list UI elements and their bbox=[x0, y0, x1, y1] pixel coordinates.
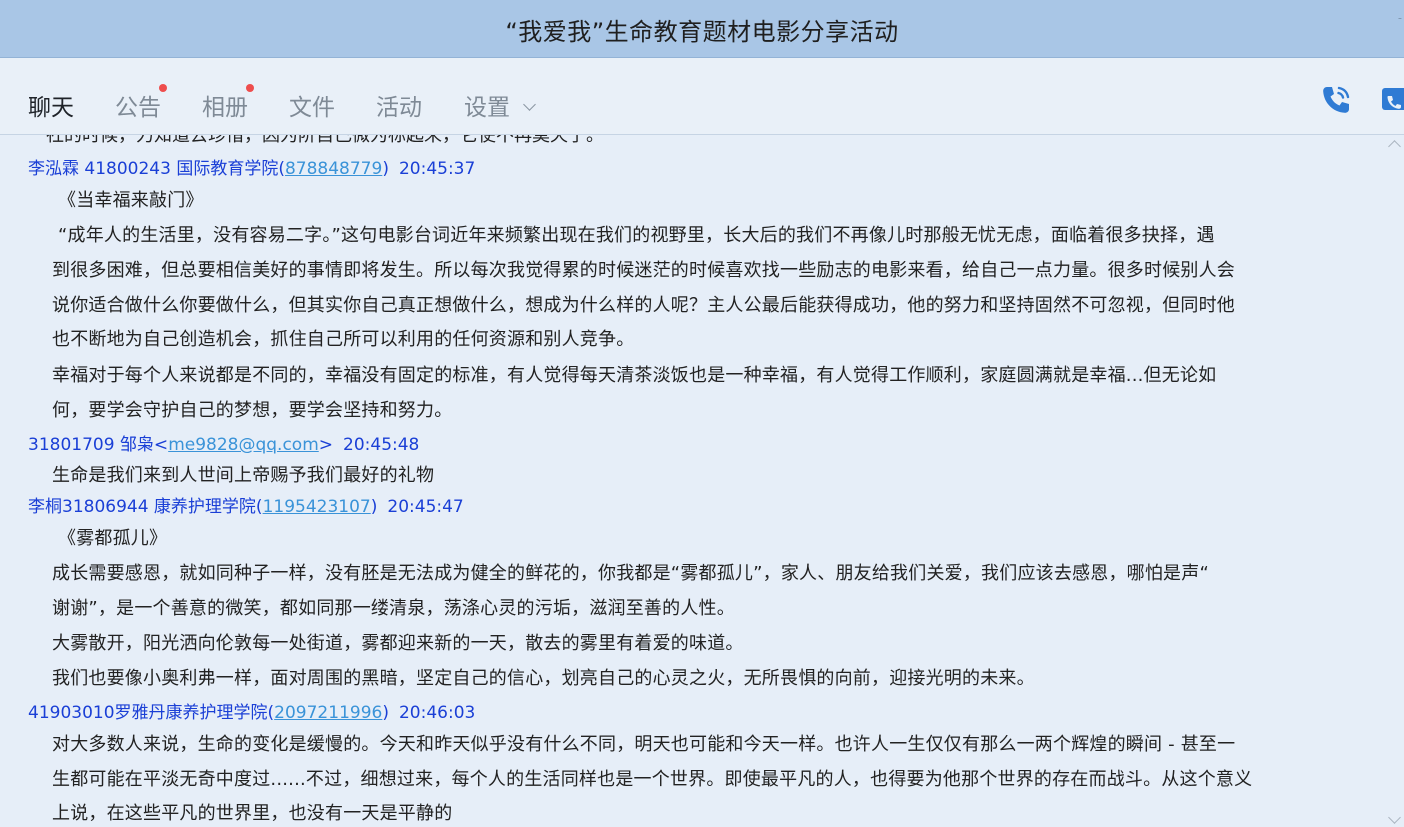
message-line: 何，要学会守护自己的梦想，要学会坚持和努力。 bbox=[52, 400, 453, 421]
tab-settings-label: 设置 bbox=[464, 95, 510, 121]
sender-name: 41903010罗雅丹康养护理学院( bbox=[28, 703, 275, 723]
sender-close: ) bbox=[382, 159, 389, 179]
message-line: 对大多数人来说，生命的变化是缓慢的。今天和昨天似乎没有什么不同，明天也可能和今天… bbox=[52, 734, 1236, 755]
message-time: 20:45:48 bbox=[343, 435, 420, 455]
window-title: “我爱我”生命教育题材电影分享活动 bbox=[505, 18, 899, 46]
scroll-down-icon[interactable] bbox=[1388, 811, 1401, 824]
tab-bar: 聊天 公告 相册 文件 活动 设置 bbox=[0, 58, 1404, 135]
phone-call-icon[interactable] bbox=[1318, 82, 1354, 118]
tab-settings[interactable]: 设置 bbox=[464, 88, 537, 122]
sender-contact-link[interactable]: me9828@qq.com bbox=[168, 435, 319, 455]
message-line: 到很多困难，但总要相信美好的事情即将发生。所以每次我觉得累的时候迷茫的时候喜欢找… bbox=[52, 260, 1235, 281]
unread-badge-dot bbox=[159, 84, 167, 92]
tab-activity-label: 活动 bbox=[376, 95, 422, 121]
message-line: 大雾散开，阳光洒向伦敦每一处街道，雾都迎来新的一天，散去的雾里有着爱的味道。 bbox=[52, 633, 744, 654]
tab-announcement[interactable]: 公告 bbox=[115, 84, 167, 122]
scroll-up-icon[interactable] bbox=[1388, 139, 1401, 153]
sender-contact-link[interactable]: 1195423107 bbox=[263, 497, 371, 517]
message-time: 20:45:47 bbox=[387, 497, 464, 517]
screen-share-icon[interactable] bbox=[1380, 84, 1404, 116]
message-line: 《当幸福来敲门》 bbox=[58, 190, 204, 211]
message-line: 说你适合做什么你要做什么，但其实你自己真正想做什么，想成为什么样的人呢？主人公最… bbox=[52, 295, 1235, 316]
sender-name: 31801709 邹枭< bbox=[28, 435, 169, 455]
sender-close: > bbox=[318, 435, 334, 455]
message-line: 我们也要像小奥利弗一样，面对周围的黑暗，坚定自己的信心，划亮自己的心灵之火，无所… bbox=[52, 668, 1035, 689]
message-line: 生命是我们来到人世间上帝赐予我们最好的礼物 bbox=[52, 465, 435, 486]
sender-close: ) bbox=[370, 497, 378, 517]
message-sender: 李桐31806944 康养护理学院(1195423107) 20:45:47 bbox=[28, 492, 464, 517]
window-corner-mark[interactable]: ᐨ bbox=[1398, 14, 1402, 27]
sender-contact-link[interactable]: 2097211996 bbox=[274, 703, 382, 723]
sender-name: 李桐31806944 康养护理学院( bbox=[28, 497, 263, 517]
message-time: 20:46:03 bbox=[398, 703, 476, 723]
unread-badge-dot bbox=[246, 84, 254, 92]
sender-name: 李泓霖 41800243 国际教育学院( bbox=[28, 159, 285, 179]
vertical-scrollbar[interactable] bbox=[1386, 135, 1404, 827]
message-sender: 31801709 邹枭<me9828@qq.com> 20:45:48 bbox=[28, 430, 419, 455]
tab-album[interactable]: 相册 bbox=[202, 84, 254, 122]
cut-off-message-line: 一社的时候，力知道去珍惜，因为阶自己微为标起来，它使不再莫天了。 bbox=[28, 135, 604, 146]
tab-files-label: 文件 bbox=[289, 95, 335, 121]
message-sender: 41903010罗雅丹康养护理学院(2097211996) 20:46:03 bbox=[28, 698, 475, 723]
message-line: 谢谢”，是一个善意的微笑，都如同那一缕清泉，荡涤心灵的污垢，滋润至善的人性。 bbox=[52, 598, 735, 619]
message-line: 《雾都孤儿》 bbox=[58, 528, 168, 549]
tab-album-label: 相册 bbox=[202, 95, 248, 121]
message-line: 上说，在这些平凡的世界里，也没有一天是平静的 bbox=[52, 803, 453, 824]
message-line: 幸福对于每个人来说都是不同的，幸福没有固定的标准，有人觉得每天清茶淡饭也是一种幸… bbox=[52, 365, 1217, 386]
message-sender: 李泓霖 41800243 国际教育学院(878848779) 20:45:37 bbox=[28, 154, 475, 179]
message-line: 成长需要感恩，就如同种子一样，没有胚是无法成为健全的鲜花的，你我都是“雾都孤儿”… bbox=[52, 563, 1209, 584]
tab-chat-label: 聊天 bbox=[28, 95, 74, 121]
sender-contact-link[interactable]: 878848779 bbox=[285, 159, 382, 179]
tab-files[interactable]: 文件 bbox=[289, 88, 335, 122]
sender-close: ) bbox=[382, 703, 389, 723]
chevron-down-icon bbox=[523, 98, 537, 111]
tab-chat[interactable]: 聊天 bbox=[28, 88, 74, 122]
message-time: 20:45:37 bbox=[398, 159, 476, 179]
message-line: 也不断地为自己创造机会，抓住自己所可以利用的任何资源和别人竞争。 bbox=[52, 329, 635, 350]
chat-message-list[interactable]: 一社的时候，力知道去珍惜，因为阶自己微为标起来，它使不再莫天了。 李泓霖 418… bbox=[0, 135, 1386, 827]
title-bar: “我爱我”生命教育题材电影分享活动 ᐨ bbox=[0, 0, 1404, 58]
message-line: 生都可能在平淡无奇中度过......不过，细想过来，每个人的生活同样也是一个世界… bbox=[52, 769, 1253, 790]
message-line: “成年人的生活里，没有容易二字。”这句电影台词近年来频繁出现在我们的视野里，长大… bbox=[58, 225, 1215, 246]
tab-activity[interactable]: 活动 bbox=[376, 88, 422, 122]
tab-announcement-label: 公告 bbox=[115, 95, 161, 121]
